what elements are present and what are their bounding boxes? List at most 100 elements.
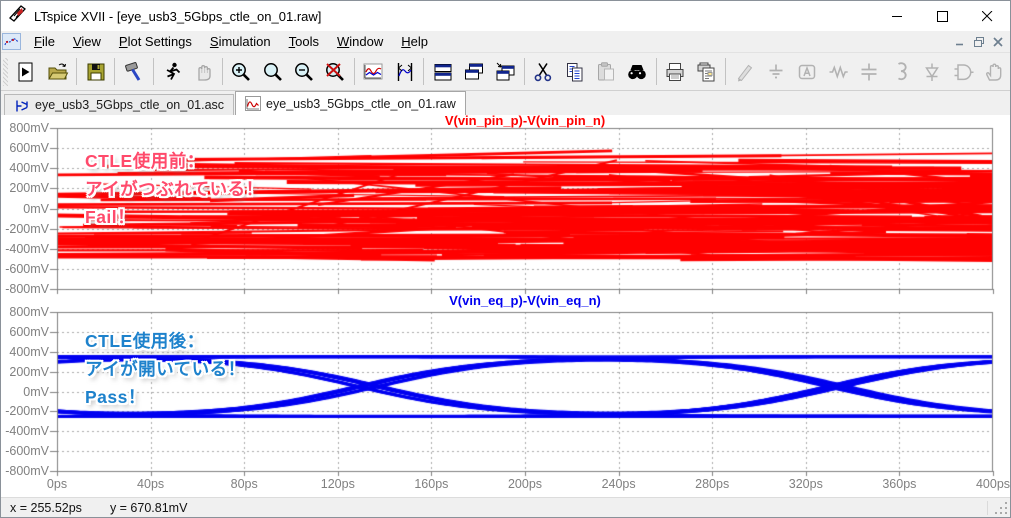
window-title: LTspice XVII - [eye_usb3_5Gbps_ctle_on_0… — [34, 8, 322, 24]
toolbar-new-schematic-button[interactable] — [11, 56, 42, 87]
menu-file[interactable]: File — [25, 32, 64, 51]
y-axis-tick-label: -800mV — [5, 464, 49, 478]
toolbar-separator — [724, 58, 726, 85]
toolbar-copy-button[interactable] — [559, 56, 590, 87]
toolbar-print-button[interactable] — [660, 56, 691, 87]
maximize-button[interactable] — [920, 1, 965, 31]
toolbar-cascade-button[interactable] — [490, 56, 521, 87]
find-icon — [628, 64, 646, 79]
y-axis-tick-label: 400mV — [9, 161, 49, 176]
y-axis-tick-label: 800mV — [9, 121, 49, 135]
minimize-button[interactable] — [875, 1, 920, 31]
menu-view[interactable]: View — [64, 32, 110, 51]
title-bar: LTspice XVII - [eye_usb3_5Gbps_ctle_on_0… — [1, 1, 1010, 31]
paste-icon — [597, 61, 614, 80]
cascade-icon — [496, 62, 515, 80]
tab-waveform[interactable]: eye_usb3_5Gbps_ctle_on_01.raw — [235, 91, 466, 115]
control-panel-icon — [124, 61, 141, 81]
mdi-close-button[interactable] — [989, 34, 1006, 49]
menu-tools[interactable]: Tools — [280, 32, 328, 51]
toolbar-open-button[interactable] — [42, 56, 73, 87]
pane1-title: V(vin_pin_p)-V(vin_pin_n) — [444, 113, 606, 128]
toolbar-inductor-button[interactable] — [885, 56, 916, 87]
ground-icon — [769, 64, 783, 78]
cursor-x-readout: x = 255.52ps — [10, 500, 82, 515]
toolbar-zoom-full-extents-button[interactable] — [320, 56, 351, 87]
save-icon — [87, 63, 105, 80]
toolbar-resistor-button[interactable] — [823, 56, 854, 87]
toolbar-zoom-in-button[interactable] — [226, 56, 257, 87]
cursor-y-readout: y = 670.81mV — [109, 500, 188, 515]
annotation-before-ctle: CTLE使用前： アイがつぶれている！ Fail！ — [85, 147, 264, 231]
x-axis-tick-label: 120ps — [320, 477, 355, 491]
ltspice-window: LTspice XVII - [eye_usb3_5Gbps_ctle_on_0… — [0, 0, 1011, 518]
zoom-in-icon — [232, 62, 251, 81]
toolbar-net-label-button[interactable] — [791, 56, 822, 87]
toolbar — [1, 53, 1010, 91]
toolbar-plot-settings-button[interactable] — [358, 56, 389, 87]
toolbar-zoom-back-button[interactable] — [257, 56, 288, 87]
close-button[interactable] — [965, 1, 1010, 31]
open-icon — [47, 63, 68, 79]
annotation-line: CTLE使用後： — [85, 331, 205, 351]
tab-label: eye_usb3_5Gbps_ctle_on_01.raw — [266, 96, 456, 111]
resize-grip[interactable] — [994, 501, 1007, 514]
toolbar-run-button[interactable] — [156, 56, 187, 87]
x-axis-tick-label: 40ps — [137, 477, 165, 491]
toolbar-zoom-out-button[interactable] — [288, 56, 319, 87]
mdi-window-controls — [951, 34, 1010, 49]
menu-help[interactable]: Help — [392, 32, 437, 51]
net-label-icon — [798, 64, 816, 79]
tab-schematic[interactable]: eye_usb3_5Gbps_ctle_on_01.asc — [4, 94, 235, 115]
toolbar-paste-button[interactable] — [590, 56, 621, 87]
toolbar-grip[interactable] — [3, 57, 8, 86]
toolbar-drag-button[interactable] — [979, 56, 1010, 87]
menu-plot-settings[interactable]: Plot Settings — [110, 32, 201, 51]
toolbar-save-button[interactable] — [80, 56, 111, 87]
toolbar-tile-horizontal-button[interactable] — [427, 56, 458, 87]
tile-horizontal-icon — [434, 63, 452, 80]
x-axis-tick-label: 80ps — [230, 477, 258, 491]
toolbar-cut-button[interactable] — [528, 56, 559, 87]
cut-icon — [534, 62, 552, 81]
toolbar-halt-button[interactable] — [188, 56, 219, 87]
x-axis-tick-label: 160ps — [414, 477, 449, 491]
annotation-line: アイがつぶれている！ — [85, 179, 264, 199]
toolbar-draw-wire-button[interactable] — [729, 56, 760, 87]
menu-simulation[interactable]: Simulation — [201, 32, 280, 51]
tab-bar: eye_usb3_5Gbps_ctle_on_01.asc eye_usb3_5G… — [1, 91, 1010, 115]
capacitor-icon — [861, 63, 877, 80]
toolbar-separator — [523, 58, 525, 85]
toolbar-separator — [152, 58, 154, 85]
toolbar-tile-vertical-button[interactable] — [458, 56, 489, 87]
toolbar-control-panel-button[interactable] — [118, 56, 149, 87]
toolbar-ground-button[interactable] — [760, 56, 791, 87]
autorange-icon — [397, 62, 412, 81]
annotation-after-ctle: CTLE使用後： アイが開いている！ Pass！ — [85, 327, 246, 411]
waveform-doc-icon[interactable] — [2, 33, 21, 50]
y-axis-tick-label: 0mV — [23, 384, 49, 399]
mdi-minimize-button[interactable] — [951, 34, 968, 49]
mdi-restore-button[interactable] — [970, 34, 987, 49]
toolbar-component-button[interactable] — [947, 56, 978, 87]
toolbar-separator — [353, 58, 355, 85]
x-axis-tick-label: 360ps — [882, 477, 917, 491]
toolbar-capacitor-button[interactable] — [854, 56, 885, 87]
tab-label: eye_usb3_5Gbps_ctle_on_01.asc — [35, 98, 225, 112]
y-axis-tick-label: -400mV — [5, 424, 49, 439]
toolbar-diode-button[interactable] — [916, 56, 947, 87]
zoom-out-icon — [294, 62, 313, 81]
y-axis-tick-label: 600mV — [9, 141, 49, 156]
menu-window[interactable]: Window — [328, 32, 392, 51]
toolbar-separator — [76, 58, 78, 85]
y-axis-tick-label: 200mV — [9, 364, 49, 379]
toolbar-print-preview-button[interactable] — [691, 56, 722, 87]
y-axis-tick-label: 600mV — [9, 324, 49, 339]
y-axis-tick-label: -400mV — [5, 241, 49, 256]
menu-items: File View Plot Settings Simulation Tools Wind… — [25, 32, 437, 51]
toolbar-autorange-button[interactable] — [389, 56, 420, 87]
toolbar-find-button[interactable] — [621, 56, 652, 87]
component-icon — [954, 63, 974, 80]
x-axis-tick-label: 0ps — [46, 477, 68, 491]
pane2-title: V(vin_eq_p)-V(vin_eq_n) — [449, 293, 601, 308]
